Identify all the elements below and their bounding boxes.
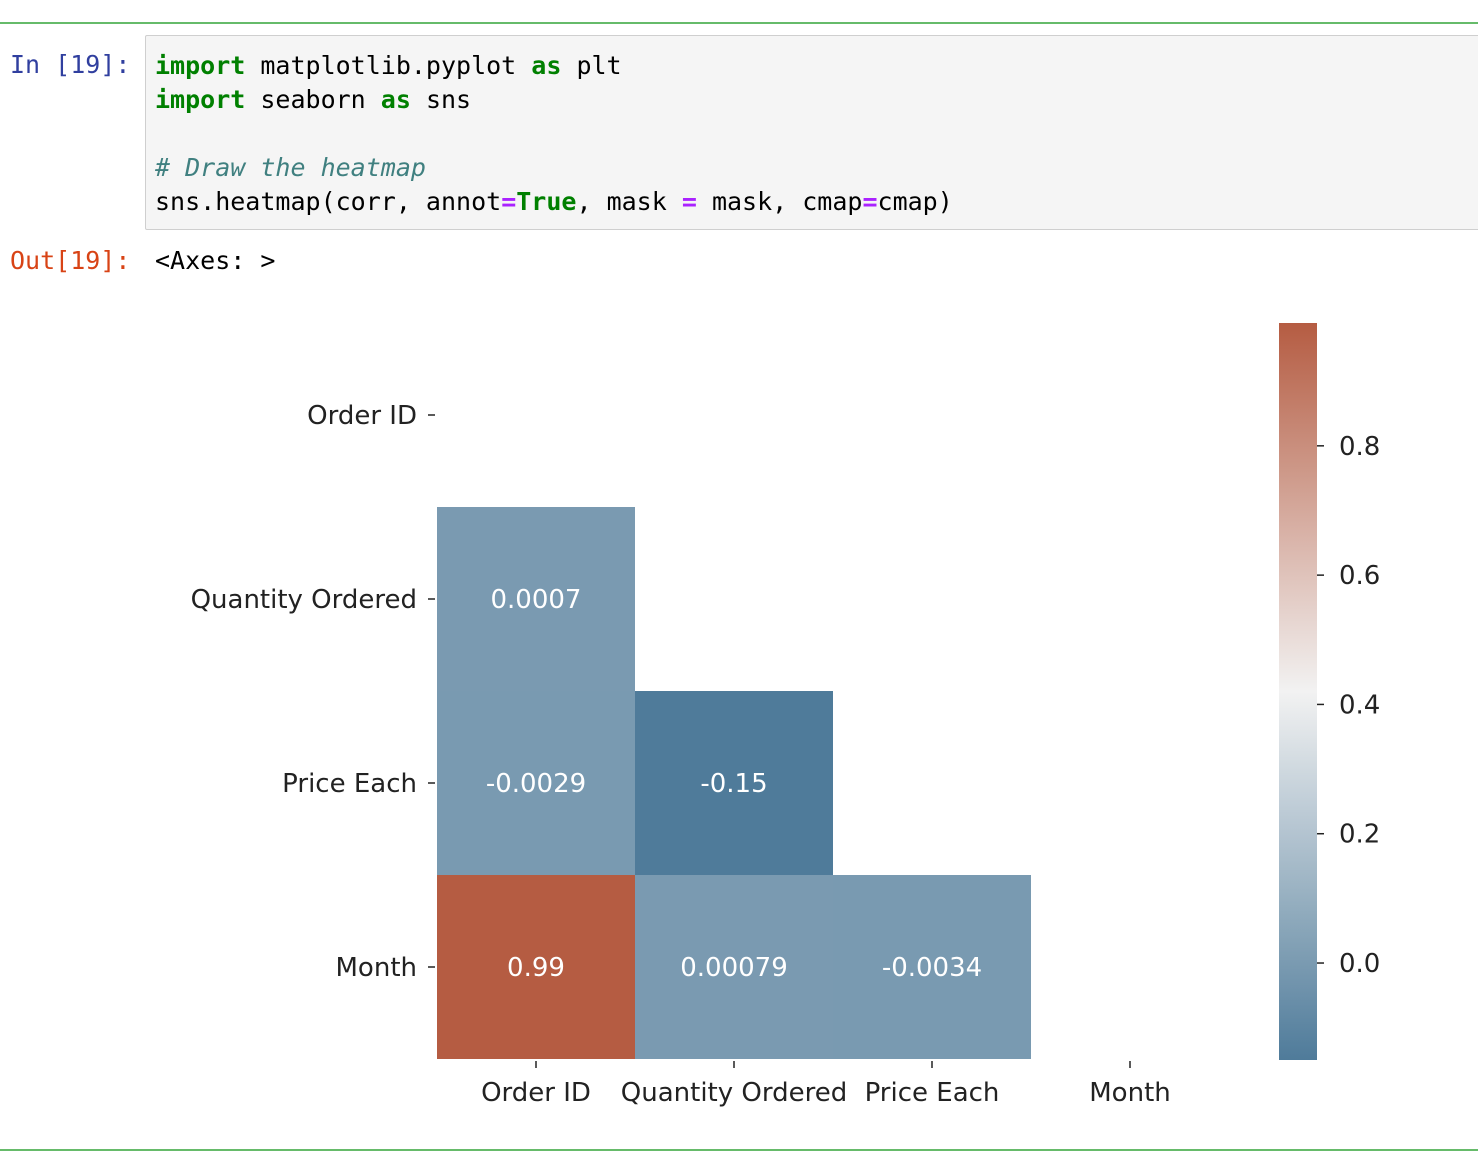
- y-tick-label: Month: [336, 953, 418, 983]
- heatmap-chart: 0.0007 -0.0029 -0.15 0.99 0.00079 -0.0034 Orde…: [191, 323, 1380, 1108]
- cell-annotation: -0.0029: [486, 769, 586, 799]
- x-tick-label: Price Each: [865, 1078, 1000, 1108]
- cell-bottom-border: [0, 1149, 1478, 1151]
- x-tick-label: Order ID: [481, 1078, 591, 1108]
- cell-annotation: 0.99: [507, 953, 565, 983]
- colorbar-tick-label: 0.6: [1339, 561, 1380, 591]
- x-tick-label: Month: [1089, 1078, 1171, 1108]
- colorbar-tick-label: 0.4: [1339, 690, 1380, 720]
- y-tick-label: Quantity Ordered: [191, 585, 417, 615]
- cell-annotation: -0.0034: [882, 953, 982, 983]
- colorbar-tick-label: 0.8: [1339, 432, 1380, 462]
- colorbar-tick-label: 0.0: [1339, 949, 1380, 979]
- cell-annotation: 0.00079: [680, 953, 788, 983]
- y-tick-label: Price Each: [282, 769, 417, 799]
- colorbar: [1279, 323, 1317, 1060]
- cell-annotation: -0.15: [700, 769, 767, 799]
- colorbar-tick-label: 0.2: [1339, 820, 1380, 850]
- x-tick-label: Quantity Ordered: [621, 1078, 847, 1108]
- cell-annotation: 0.0007: [491, 585, 582, 615]
- y-tick-label: Order ID: [307, 401, 417, 431]
